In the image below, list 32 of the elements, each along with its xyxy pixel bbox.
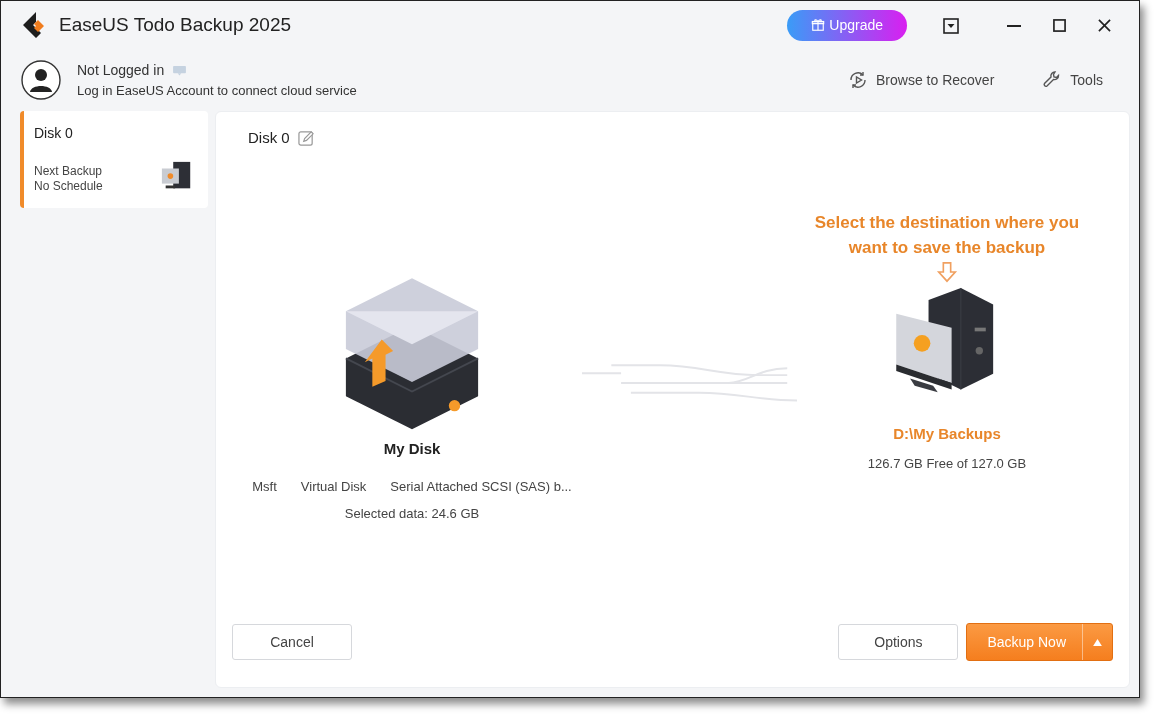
source-disk-name: My Disk bbox=[383, 439, 441, 459]
minimize-icon bbox=[1007, 24, 1021, 27]
backup-task-card[interactable]: Disk 0 Next Backup No Schedule bbox=[20, 111, 208, 208]
tools-button[interactable]: Tools bbox=[1042, 69, 1103, 91]
options-button[interactable]: Options bbox=[838, 624, 959, 660]
disk-detail: Serial Attached SCSI (SAS) b... bbox=[390, 477, 572, 496]
disk-detail: Msft bbox=[252, 477, 277, 496]
destination-path: D:\My Backups bbox=[893, 424, 1001, 444]
user-avatar-icon bbox=[21, 60, 61, 100]
free-space-text: 126.7 GB Free of 127.0 GB bbox=[867, 454, 1027, 473]
edit-icon bbox=[297, 130, 315, 148]
dropdown-icon bbox=[943, 17, 959, 34]
cancel-button[interactable]: Cancel bbox=[232, 624, 352, 660]
account-status: Not Logged in bbox=[77, 60, 165, 80]
browse-to-recover-button[interactable]: Browse to Recover bbox=[848, 69, 995, 91]
disk-title: Disk 0 bbox=[248, 127, 290, 148]
selected-data-text: Selected data: 24.6 GB bbox=[344, 505, 480, 523]
message-icon bbox=[172, 64, 188, 76]
next-backup-label: Next Backup bbox=[34, 164, 103, 179]
down-arrow-icon bbox=[936, 260, 958, 284]
schedule-text: No Schedule bbox=[34, 179, 103, 194]
close-icon bbox=[1098, 19, 1111, 33]
restore-icon bbox=[848, 70, 869, 90]
task-title: Disk 0 bbox=[34, 124, 74, 143]
window-title: EaseUS Todo Backup 2025 bbox=[59, 12, 292, 37]
gift-icon bbox=[811, 18, 826, 32]
caret-icon bbox=[1093, 638, 1102, 646]
account-description: Log in EaseUS Account to connect cloud service bbox=[77, 81, 357, 100]
maximize-icon bbox=[1053, 19, 1066, 33]
destination-hint: Select the destination where you want to save the backup bbox=[813, 212, 1081, 259]
upgrade-button[interactable]: Upgrade bbox=[787, 9, 907, 41]
disk-detail: Virtual Disk bbox=[300, 477, 367, 496]
